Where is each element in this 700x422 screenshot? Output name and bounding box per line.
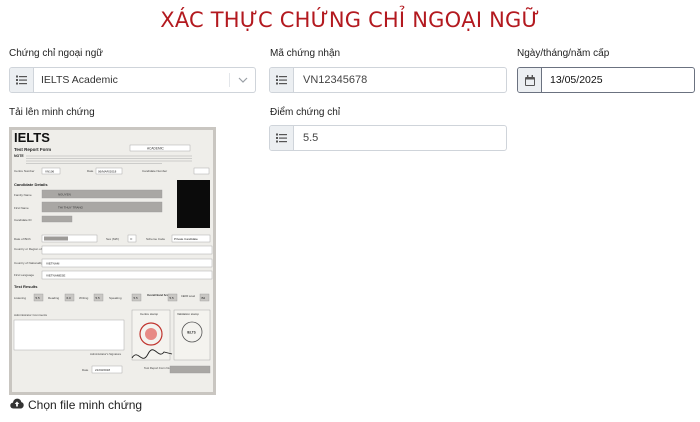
certificate-type-value: IELTS Academic (41, 74, 118, 86)
page-title: XÁC THỰC CHỨNG CHỈ NGOẠI NGỮ (160, 8, 540, 32)
list-icon (270, 68, 294, 92)
score-value: 5.5 (303, 132, 319, 144)
doc-dob-label: Date of Birth (14, 237, 31, 241)
doc-results-label: Test Results (14, 284, 38, 289)
doc-writing-label: Writing (79, 296, 89, 300)
doc-overall-value: 5.5 (170, 296, 175, 300)
doc-family-label: Family Name (14, 193, 32, 197)
score-label: Điểm chứng chỉ (270, 107, 341, 118)
issue-date-value: 13/05/2025 (550, 74, 603, 86)
doc-note-label: NOTE (14, 154, 24, 158)
doc-scheme-label: Scheme Code (146, 237, 165, 241)
doc-date-value: 06/MAR/2018 (98, 170, 117, 174)
cloud-upload-icon (10, 396, 24, 414)
doc-nationality-value: VIETNAM (46, 262, 60, 266)
doc-signature-label: Administrator's Signature (90, 352, 122, 356)
choose-file-label: Chọn file minh chứng (28, 398, 143, 412)
evidence-label: Tải lên minh chứng (9, 107, 95, 118)
issue-date-label: Ngày/tháng/năm cấp (517, 48, 610, 59)
doc-reading-label: Reading (48, 296, 60, 300)
doc-cefr-value: B2 (202, 296, 206, 300)
doc-candidate-section: Candidate Details (14, 182, 48, 187)
chevron-down-icon[interactable] (229, 73, 255, 87)
doc-sex-label: Sex (M/F) (106, 237, 119, 241)
doc-admin-label: Administrator Comments (14, 313, 48, 317)
doc-sex-value: F (131, 237, 133, 241)
doc-bottom-date-value: 21/03/2018 (95, 368, 110, 372)
doc-validation-label: Validation stamp (177, 312, 199, 316)
svg-text:IELTS: IELTS (187, 331, 196, 335)
doc-centre-stamp-label: Centre stamp (140, 312, 158, 316)
list-icon (270, 126, 294, 150)
evidence-preview-image: IELTS Test Report Form NOTE ACADEMIC Cen… (9, 127, 216, 395)
doc-type: ACADEMIC (147, 147, 165, 151)
certificate-number-label: Mã chứng nhận (270, 48, 341, 59)
doc-family-value: NGUYEN (58, 193, 71, 197)
doc-scheme-value: Private Candidate (174, 237, 198, 241)
doc-language-value: VIETNAMESE (46, 274, 65, 278)
doc-centre-value: VN106 (45, 170, 55, 174)
certificate-number-input[interactable]: VN12345678 (269, 67, 507, 93)
doc-first-value: THI THUY TRANG (58, 206, 84, 210)
doc-date-label: Date (87, 169, 94, 173)
score-input[interactable]: 5.5 (269, 125, 507, 151)
issue-date-input[interactable]: 13/05/2025 (517, 67, 695, 93)
certificate-number-value: VN12345678 (303, 74, 368, 86)
doc-nationality-label: Country of Nationality (14, 261, 43, 265)
doc-reading-value: 6.0 (67, 296, 72, 300)
doc-heading: Test Report Form (14, 147, 51, 152)
doc-candidate-no-label: Candidate Number (142, 169, 167, 173)
ielts-logo: IELTS (14, 130, 50, 145)
list-icon (10, 68, 34, 92)
doc-listening-label: Listening (14, 296, 26, 300)
doc-listening-value: 5.5 (36, 296, 41, 300)
doc-speaking-label: Speaking (109, 296, 122, 300)
doc-writing-value: 5.5 (96, 296, 101, 300)
test-report-form: IELTS Test Report Form NOTE ACADEMIC Cen… (12, 130, 213, 392)
doc-cid-label: Candidate ID (14, 218, 32, 222)
choose-file-button[interactable]: Chọn file minh chứng (10, 396, 142, 414)
certificate-type-select[interactable]: IELTS Academic (9, 67, 256, 93)
doc-language-label: First Language (14, 273, 34, 277)
doc-first-label: First Name (14, 206, 29, 210)
certificate-type-label: Chứng chỉ ngoại ngữ (9, 48, 104, 59)
doc-bottom-date-label: Date (82, 368, 89, 372)
calendar-icon[interactable] (518, 68, 542, 92)
doc-speaking-value: 5.5 (134, 296, 139, 300)
doc-cefr-label: CEFR Level (181, 294, 195, 298)
doc-centre-label: Centre Number (14, 169, 35, 173)
